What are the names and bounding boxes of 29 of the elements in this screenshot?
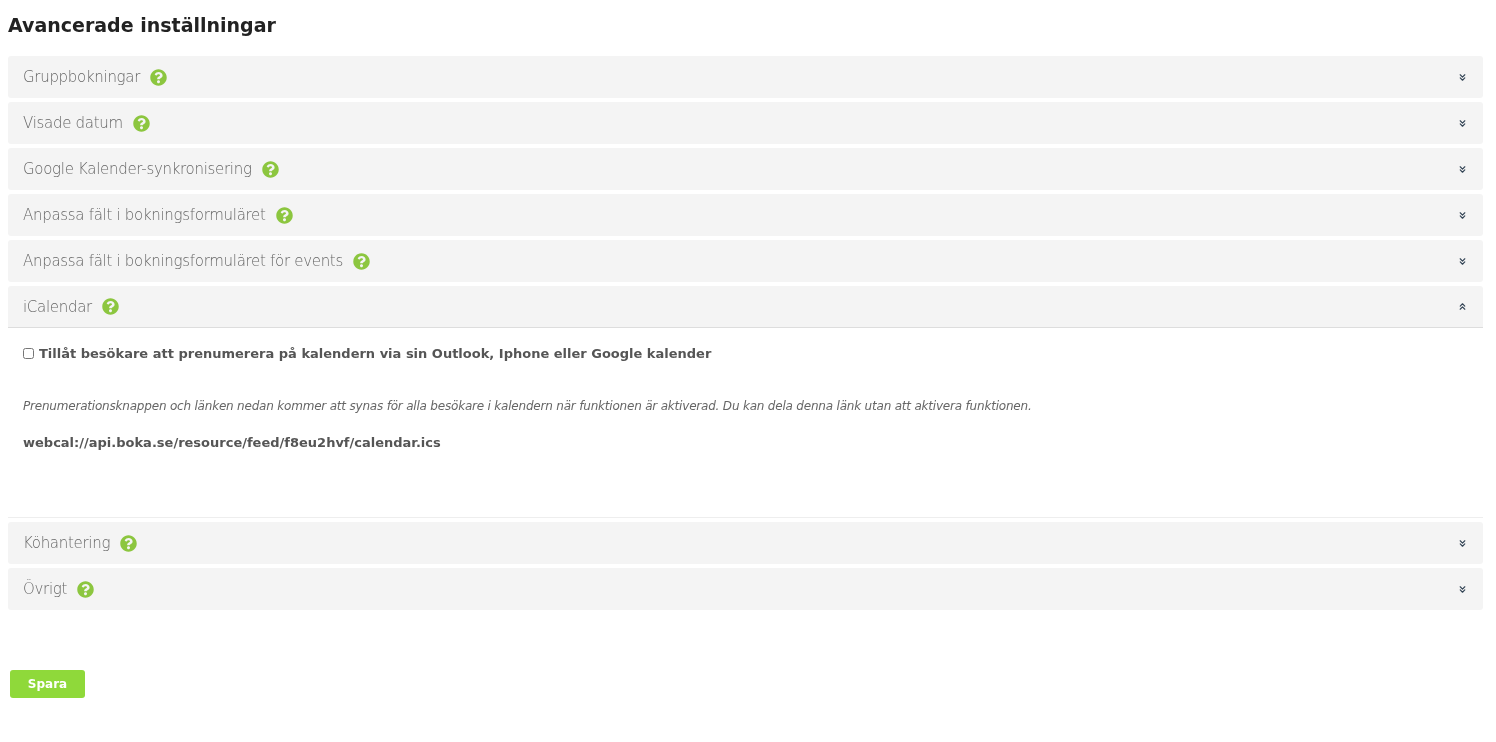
- help-icon[interactable]: [150, 68, 168, 86]
- help-icon[interactable]: [101, 298, 119, 315]
- chevrons-down-icon: [1457, 209, 1468, 221]
- section-header[interactable]: Köhantering: [8, 522, 1483, 564]
- section-header[interactable]: Anpassa fält i bokningsformuläret: [8, 194, 1483, 236]
- section-header[interactable]: Anpassa fält i bokningsformuläret för events: [8, 240, 1483, 282]
- chevrons-up-icon: [1457, 301, 1468, 312]
- chevrons-down-icon: [1457, 255, 1468, 267]
- checkbox-label: Tillåt besökare att prenumerera på kalendern via sin Outlook, Iphone eller Google kalender: [39, 346, 712, 361]
- chevrons-down-icon: [1457, 583, 1468, 595]
- help-icon[interactable]: [132, 114, 150, 132]
- section-header[interactable]: Visade datum: [8, 102, 1483, 144]
- help-icon[interactable]: [275, 206, 293, 224]
- section-header[interactable]: Google Kalender-synkronisering: [8, 148, 1483, 190]
- page-title: Avancerade inställningar: [8, 13, 277, 38]
- chevrons-down-icon: [1457, 71, 1468, 83]
- section-header[interactable]: Gruppbokningar: [8, 56, 1483, 98]
- chevrons-down-icon: [1457, 117, 1468, 129]
- help-icon[interactable]: [352, 252, 370, 270]
- help-icon[interactable]: [120, 534, 138, 552]
- section-header[interactable]: iCalendar: [8, 286, 1483, 328]
- chevrons-down-icon: [1457, 537, 1468, 549]
- help-icon[interactable]: [77, 580, 95, 598]
- checkbox[interactable]: [23, 348, 34, 359]
- help-icon[interactable]: [261, 160, 279, 178]
- calendar-url: webcal://api.boka.se/resource/feed/f8eu2hvf/calendar.ics: [23, 435, 442, 450]
- description-text: Prenumerationsknappen och länken nedan kommer att synas för alla besökare i kalendern när funktionen är aktiverad. Du kan dela denna länk utan att aktivera funktionen.: [23, 399, 1033, 413]
- chevrons-down-icon: [1457, 163, 1468, 175]
- section-header[interactable]: Övrigt: [8, 568, 1483, 610]
